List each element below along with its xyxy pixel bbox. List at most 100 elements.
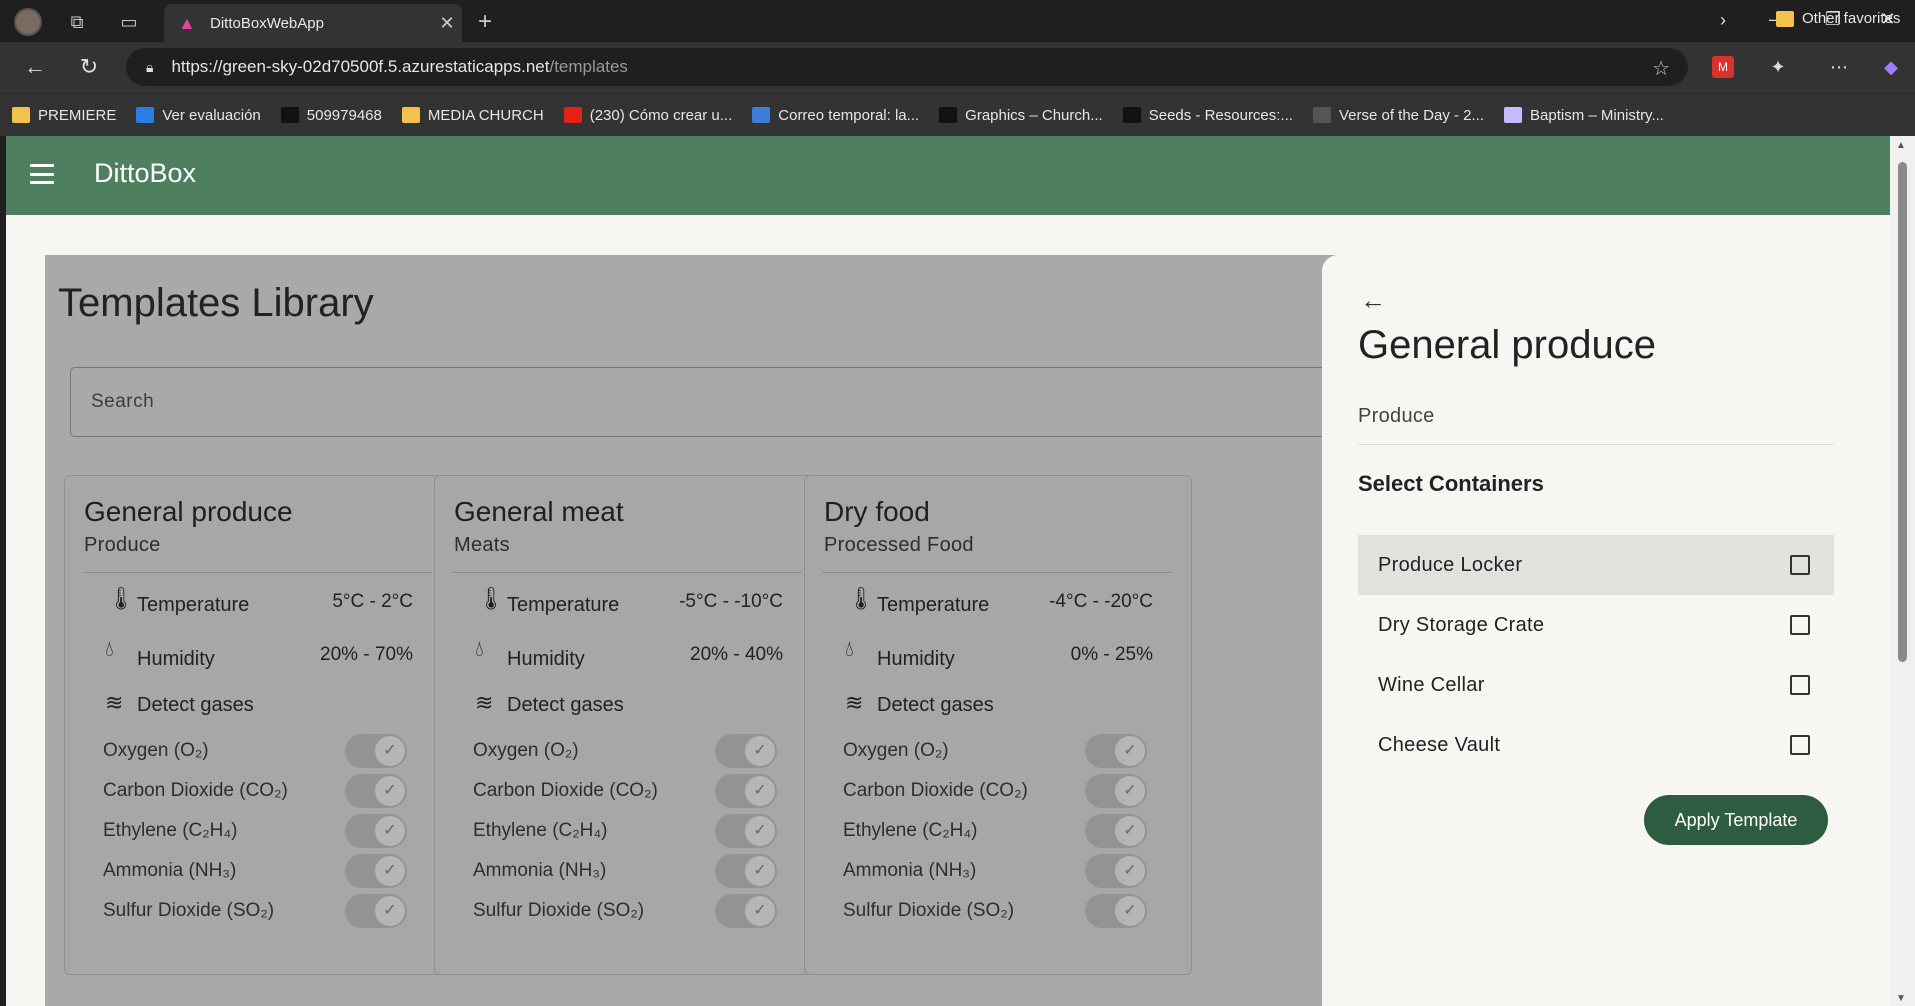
bookmark-label: Correo temporal: la... bbox=[778, 106, 920, 124]
browser-tab[interactable]: ▲ DittoBoxWebApp ✕ bbox=[164, 4, 462, 42]
template-card[interactable]: Dry food Processed Food 🌡︎ Temperature -4°C … bbox=[804, 475, 1192, 975]
container-option[interactable]: Dry Storage Crate bbox=[1358, 595, 1834, 655]
gas-label: Ethylene (C₂H₄) bbox=[103, 820, 238, 841]
templates-library-backdrop[interactable]: Templates Library Search General produce… bbox=[45, 255, 1370, 1006]
scroll-up-icon[interactable]: ▲ bbox=[1896, 140, 1906, 151]
gas-toggle[interactable]: ✓ bbox=[715, 734, 777, 768]
lock-icon: 🔒︎ bbox=[146, 58, 154, 75]
container-label: Wine Cellar bbox=[1378, 673, 1485, 696]
template-card[interactable]: General meat Meats 🌡︎ Temperature -5°C - -10… bbox=[434, 475, 822, 975]
gas-toggle[interactable]: ✓ bbox=[715, 854, 777, 888]
check-icon: ✓ bbox=[375, 816, 405, 846]
back-arrow-icon[interactable]: ← bbox=[1360, 285, 1386, 316]
mail-icon bbox=[752, 107, 771, 123]
card-category: Produce bbox=[84, 534, 161, 556]
gas-toggle[interactable]: ✓ bbox=[345, 734, 407, 768]
gas-toggle[interactable]: ✓ bbox=[345, 894, 407, 928]
folder-icon bbox=[401, 107, 420, 123]
favorite-star-icon[interactable]: ☆ bbox=[1652, 56, 1670, 81]
container-checkbox[interactable] bbox=[1790, 555, 1810, 575]
copilot-icon[interactable]: ◆ bbox=[1878, 54, 1904, 80]
tab-actions-icon[interactable]: ▭ bbox=[118, 11, 140, 33]
gas-label: Sulfur Dioxide (SO₂) bbox=[473, 900, 645, 921]
container-option[interactable]: Wine Cellar bbox=[1358, 655, 1834, 715]
bookmark-item[interactable]: PREMIERE bbox=[12, 107, 116, 124]
search-placeholder: Search bbox=[91, 391, 155, 412]
page-title: Templates Library bbox=[58, 281, 374, 325]
gas-toggle[interactable]: ✓ bbox=[715, 814, 777, 848]
detect-gases-label: Detect gases bbox=[877, 694, 994, 716]
card-category: Processed Food bbox=[824, 534, 974, 556]
other-favorites-label: Other favorites bbox=[1802, 10, 1901, 27]
extensions-puzzle-icon[interactable]: ✦ bbox=[1765, 54, 1791, 80]
template-card[interactable]: General produce Produce 🌡︎ Temperature 5°C -… bbox=[64, 475, 452, 975]
close-tab-icon[interactable]: ✕ bbox=[432, 13, 462, 34]
bookmark-item[interactable]: Correo temporal: la... bbox=[752, 107, 919, 124]
gas-toggle[interactable]: ✓ bbox=[715, 774, 777, 808]
container-option[interactable]: Cheese Vault bbox=[1358, 715, 1834, 775]
bookmark-item[interactable]: (230) Cómo crear u... bbox=[563, 106, 733, 124]
humidity-value: 20% - 40% bbox=[690, 644, 783, 665]
gas-toggle[interactable]: ✓ bbox=[1085, 814, 1147, 848]
bookmark-item[interactable]: Baptism – Ministry... bbox=[1504, 107, 1664, 124]
detect-gases-label: Detect gases bbox=[137, 694, 254, 716]
refresh-icon[interactable]: ↻ bbox=[74, 54, 104, 80]
bookmark-item[interactable]: MEDIA CHURCH bbox=[401, 106, 544, 124]
gas-toggle[interactable]: ✓ bbox=[1085, 894, 1147, 928]
bookmarks-more-chevron-icon[interactable]: › bbox=[1720, 10, 1726, 31]
wind-icon: ≋ bbox=[475, 690, 494, 715]
gas-label: Ammonia (NH₃) bbox=[843, 860, 977, 881]
address-bar[interactable]: 🔒︎ https://green-sky-02d70500f.5.azurest… bbox=[126, 48, 1688, 86]
divider bbox=[1358, 444, 1834, 445]
card-category: Meats bbox=[454, 534, 510, 556]
water-drop-icon: 💧︎ bbox=[845, 636, 854, 661]
temperature-label: Temperature bbox=[877, 594, 990, 616]
gas-label: Ammonia (NH₃) bbox=[103, 860, 237, 881]
gas-toggle[interactable]: ✓ bbox=[715, 894, 777, 928]
gas-label: Carbon Dioxide (CO₂) bbox=[473, 780, 658, 801]
apply-template-button[interactable]: Apply Template bbox=[1644, 795, 1828, 845]
gas-toggle[interactable]: ✓ bbox=[345, 774, 407, 808]
new-tab-icon[interactable]: + bbox=[478, 8, 492, 36]
container-checkbox[interactable] bbox=[1790, 675, 1810, 695]
scrollbar-thumb[interactable] bbox=[1898, 162, 1907, 662]
bookmark-label: (230) Cómo crear u... bbox=[589, 106, 733, 124]
detect-gases-label: Detect gases bbox=[507, 694, 624, 716]
profile-avatar[interactable] bbox=[14, 8, 42, 36]
water-drop-icon: 💧︎ bbox=[105, 636, 114, 661]
menu-icon[interactable] bbox=[30, 164, 54, 184]
gas-toggle[interactable]: ✓ bbox=[345, 814, 407, 848]
humidity-label: Humidity bbox=[137, 648, 215, 670]
container-checkbox[interactable] bbox=[1790, 615, 1810, 635]
gas-toggle[interactable]: ✓ bbox=[345, 854, 407, 888]
gas-toggle[interactable]: ✓ bbox=[1085, 734, 1147, 768]
divider bbox=[452, 572, 802, 573]
container-checkbox[interactable] bbox=[1790, 735, 1810, 755]
bookmarks-bar: PREMIERE Ver evaluación 509979468 MEDIA CHU… bbox=[0, 94, 1915, 136]
other-favorites[interactable]: Other favorites bbox=[1776, 10, 1900, 27]
workspaces-icon[interactable]: ⧉ bbox=[66, 11, 88, 33]
gas-toggle[interactable]: ✓ bbox=[1085, 774, 1147, 808]
thermometer-icon: 🌡︎ bbox=[107, 586, 135, 611]
url-host: https://green-sky-02d70500f.5.azurestati… bbox=[171, 57, 550, 76]
bookmark-label: MEDIA CHURCH bbox=[427, 106, 544, 124]
bookmark-item[interactable]: Graphics – Church... bbox=[939, 107, 1103, 124]
back-nav-icon[interactable]: ← bbox=[20, 54, 50, 80]
more-menu-icon[interactable]: ⋯ bbox=[1826, 54, 1852, 80]
gas-toggle[interactable]: ✓ bbox=[1085, 854, 1147, 888]
wind-icon: ≋ bbox=[845, 690, 864, 715]
container-option[interactable]: Produce Locker bbox=[1358, 535, 1834, 595]
check-icon: ✓ bbox=[1115, 816, 1145, 846]
temperature-label: Temperature bbox=[507, 594, 620, 616]
bookmark-item[interactable]: Verse of the Day - 2... bbox=[1312, 106, 1485, 124]
divider bbox=[822, 572, 1172, 573]
bookmark-item[interactable]: 509979468 bbox=[280, 107, 382, 124]
bookmark-item[interactable]: Ver evaluación bbox=[136, 107, 261, 124]
water-drop-icon: 💧︎ bbox=[475, 636, 484, 661]
extension-icon[interactable]: M bbox=[1712, 56, 1734, 78]
bookmark-item[interactable]: Seeds - Resources:... bbox=[1122, 107, 1293, 124]
bookmark-label: Verse of the Day - 2... bbox=[1338, 106, 1485, 124]
page-scrollbar[interactable]: ▲ ▼ bbox=[1890, 136, 1915, 1006]
search-input[interactable]: Search bbox=[70, 367, 1370, 437]
scroll-down-icon[interactable]: ▼ bbox=[1896, 993, 1906, 1004]
